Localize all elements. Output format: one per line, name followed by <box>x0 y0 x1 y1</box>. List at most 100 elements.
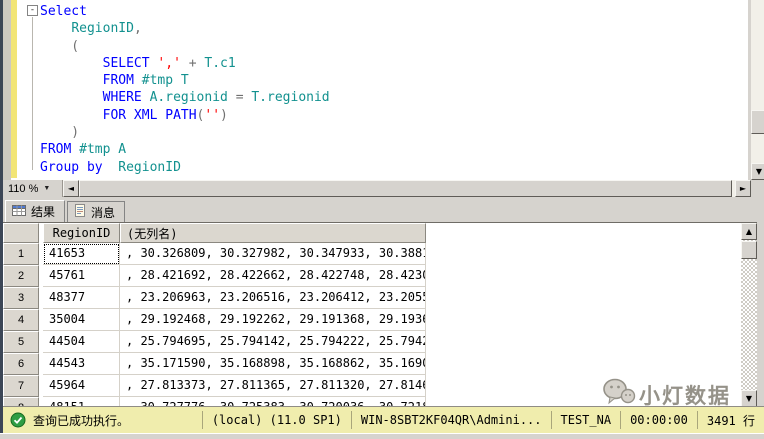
column-header-noname[interactable]: (无列名) <box>120 223 426 243</box>
grid-empty-area <box>426 287 757 309</box>
code-outline-line <box>32 17 33 170</box>
row-number[interactable]: 7 <box>3 375 39 397</box>
code-line: WHERE A.regionid = T.regionid <box>40 89 330 106</box>
sql-editor-pane: - Select RegionID, ( SELECT ',' + T.c1 F… <box>3 0 764 197</box>
row-number[interactable]: 1 <box>3 243 39 265</box>
row-number[interactable]: 3 <box>3 287 39 309</box>
status-message: 查询已成功执行。 <box>33 412 129 429</box>
code-token: , <box>134 21 142 36</box>
cell-concat-values[interactable]: , 27.813373, 27.811365, 27.811320, 27.81… <box>120 375 426 397</box>
status-row-count: 3491 行 <box>697 411 764 429</box>
tab-results-label: 结果 <box>31 203 55 220</box>
editor-hscroll-right-button[interactable]: ► <box>735 180 751 197</box>
cell-regionid[interactable]: 45761 <box>43 265 120 287</box>
code-collapse-toggle[interactable]: - <box>27 5 38 16</box>
grid-empty-area <box>426 353 757 375</box>
row-number[interactable]: 6 <box>3 353 39 375</box>
bottom-strip <box>0 433 764 439</box>
ssms-window: - Select RegionID, ( SELECT ',' + T.c1 F… <box>0 0 764 439</box>
row-number[interactable]: 8 <box>3 397 39 406</box>
code-lines: Select RegionID, ( SELECT ',' + T.c1 FRO… <box>40 3 330 176</box>
column-header-regionid[interactable]: RegionID <box>43 223 120 243</box>
grid-empty-area <box>426 309 757 331</box>
cell-regionid[interactable]: 44543 <box>43 353 120 375</box>
grid-empty-area <box>426 243 757 265</box>
code-line: ( <box>40 38 330 55</box>
editor-change-tracking-bar <box>11 0 17 178</box>
cell-concat-values[interactable]: , 25.794695, 25.794142, 25.794222, 25.79… <box>120 331 426 353</box>
code-token: SELECT <box>103 56 150 71</box>
code-token: + <box>181 56 204 71</box>
editor-zoom-value: 110 % <box>8 183 38 195</box>
editor-hscroll-track[interactable] <box>79 180 735 197</box>
arrow-right-icon: ► <box>740 185 746 193</box>
cell-regionid[interactable]: 44504 <box>43 331 120 353</box>
table-row: 544504, 25.794695, 25.794142, 25.794222,… <box>3 331 757 353</box>
grid-corner-cell[interactable] <box>3 223 39 243</box>
code-token: ',' <box>157 56 180 71</box>
results-grid-icon <box>12 204 26 220</box>
code-line: FROM #tmp T <box>40 72 330 89</box>
chevron-down-icon: ▼ <box>43 185 50 192</box>
editor-vscroll-down-button[interactable]: ▼ <box>751 163 764 180</box>
cell-regionid[interactable]: 35004 <box>43 309 120 331</box>
code-token: A.regionid <box>150 90 228 105</box>
editor-hscroll-thumb[interactable] <box>79 180 732 197</box>
status-duration: 00:00:00 <box>620 411 697 429</box>
table-row: 348377, 23.206963, 23.206516, 23.206412,… <box>3 287 757 309</box>
code-token: #tmp A <box>79 142 126 157</box>
cell-regionid[interactable]: 45964 <box>43 375 120 397</box>
cell-regionid[interactable]: 48377 <box>43 287 120 309</box>
code-line: FOR XML PATH('') <box>40 107 330 124</box>
row-number[interactable]: 4 <box>3 309 39 331</box>
editor-zoom-dropdown[interactable]: 110 % ▼ <box>3 180 63 197</box>
code-token: FROM <box>103 73 134 88</box>
code-token: WHERE <box>103 90 142 105</box>
grid-vscroll-up-button[interactable]: ▲ <box>741 223 757 240</box>
code-line: Select <box>40 3 330 20</box>
code-token <box>134 73 142 88</box>
code-line: Group by RegionID <box>40 159 330 176</box>
editor-vscroll-thumb[interactable] <box>751 110 764 134</box>
results-pane: 结果 消息 RegionID <box>3 200 764 406</box>
code-token: = <box>228 90 251 105</box>
cell-regionid[interactable]: 48151 <box>43 397 120 406</box>
chat-bubbles-icon <box>602 377 636 413</box>
code-token: FOR XML PATH <box>103 108 197 123</box>
tab-messages[interactable]: 消息 <box>67 201 125 222</box>
code-token: T.regionid <box>251 90 329 105</box>
cell-concat-values[interactable]: , 30.727776, 30.725383, 30.720036, 30.72… <box>120 397 426 406</box>
editor-hscroll-left-button[interactable]: ◄ <box>63 180 79 197</box>
code-token <box>40 73 103 88</box>
tab-results[interactable]: 结果 <box>5 200 65 222</box>
code-token <box>40 21 71 36</box>
grid-vscroll-thumb[interactable] <box>741 241 757 259</box>
grid-empty-area <box>426 223 757 243</box>
success-check-icon <box>10 412 26 428</box>
code-token: T.c1 <box>204 56 235 71</box>
code-line: RegionID, <box>40 20 330 37</box>
watermark: 小灯数据 <box>602 377 764 413</box>
code-token <box>40 108 103 123</box>
cell-concat-values[interactable]: , 30.326809, 30.327982, 30.347933, 30.38… <box>120 243 426 265</box>
grid-empty-area <box>426 265 757 287</box>
cell-concat-values[interactable]: , 28.421692, 28.422662, 28.422748, 28.42… <box>120 265 426 287</box>
code-token <box>40 90 103 105</box>
code-token: RegionID <box>118 160 181 175</box>
code-token: Group by <box>40 160 103 175</box>
row-number[interactable]: 5 <box>3 331 39 353</box>
editor-vertical-scrollbar[interactable]: ▼ <box>751 0 764 180</box>
table-row: 245761, 28.421692, 28.422662, 28.422748,… <box>3 265 757 287</box>
cell-concat-values[interactable]: , 23.206963, 23.206516, 23.206412, 23.20… <box>120 287 426 309</box>
code-line: ) <box>40 124 330 141</box>
row-number[interactable]: 2 <box>3 265 39 287</box>
cell-regionid[interactable]: 41653 <box>43 243 120 265</box>
cell-concat-values[interactable]: , 35.171590, 35.168898, 35.168862, 35.16… <box>120 353 426 375</box>
tab-messages-label: 消息 <box>91 204 115 221</box>
code-token: ) <box>40 125 79 140</box>
cell-concat-values[interactable]: , 29.192468, 29.192262, 29.191368, 29.19… <box>120 309 426 331</box>
sql-code-area[interactable]: - Select RegionID, ( SELECT ',' + T.c1 F… <box>3 0 748 180</box>
editor-horizontal-scrollbar: 110 % ▼ ◄ ► <box>3 180 751 197</box>
code-token: ) <box>220 108 228 123</box>
arrow-down-icon: ▼ <box>756 168 762 176</box>
